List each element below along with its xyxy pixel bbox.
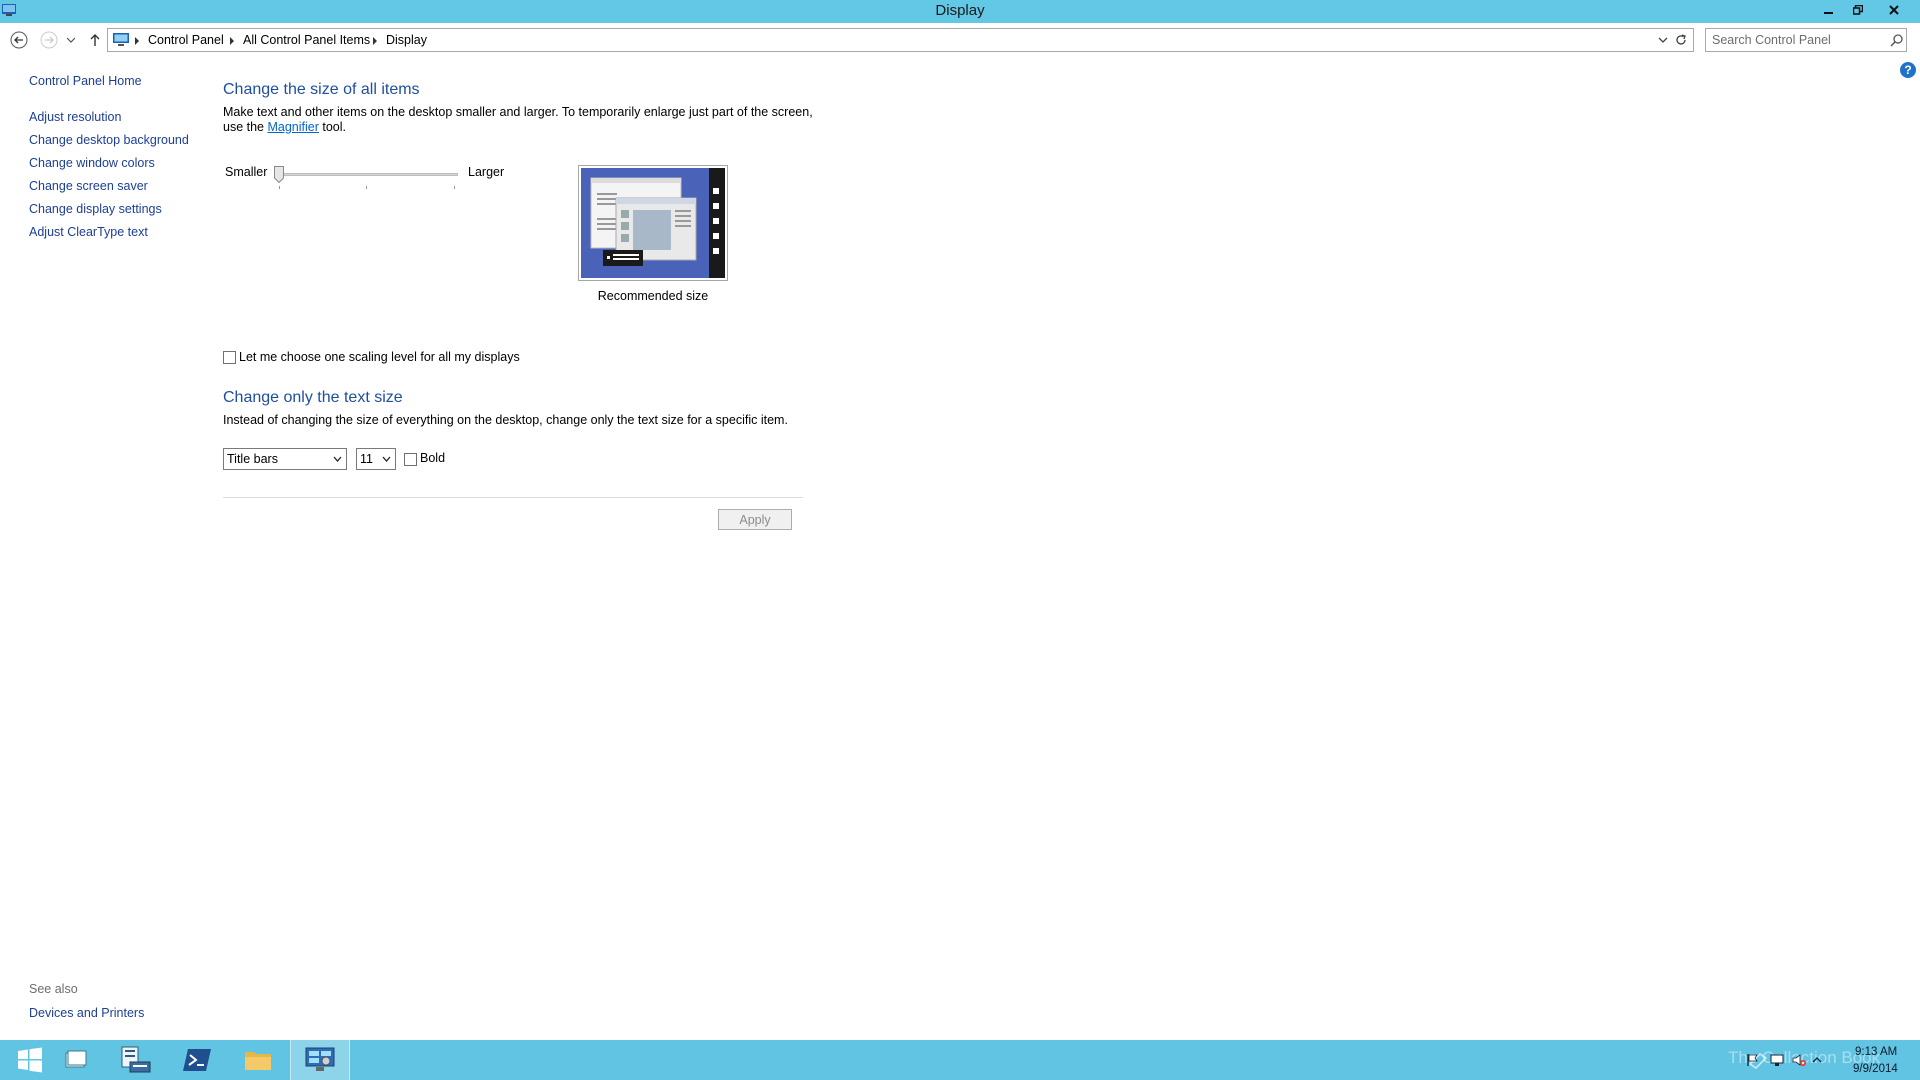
taskbar-file-explorer-button[interactable]: [228, 1040, 288, 1080]
text-section-heading: Change only the text size: [223, 389, 403, 406]
size-preview: [578, 165, 728, 281]
breadcrumb-display[interactable]: Display: [386, 33, 427, 47]
up-button[interactable]: [84, 29, 106, 51]
description-line-2-prefix: use the: [223, 120, 268, 134]
breadcrumb-separator: [373, 37, 377, 45]
chevron-down-icon: [333, 456, 342, 462]
back-button[interactable]: [8, 29, 30, 51]
folder-icon: [245, 1052, 271, 1070]
volume-muted-icon[interactable]: [1792, 1053, 1806, 1067]
window-title: Display: [935, 2, 985, 19]
adjust-cleartype-text-link[interactable]: Adjust ClearType text: [29, 225, 148, 239]
powershell-icon: [183, 1049, 211, 1071]
windows-pane-icon: [65, 1050, 87, 1068]
bold-checkbox[interactable]: [404, 453, 417, 466]
breadcrumb-separator: [230, 37, 234, 45]
taskbar-task-view-button[interactable]: [46, 1040, 106, 1080]
change-desktop-background-link[interactable]: Change desktop background: [29, 133, 189, 147]
text-item-value: Title bars: [227, 452, 278, 466]
close-button[interactable]: [1874, 0, 1914, 20]
bold-label[interactable]: Bold: [420, 451, 445, 465]
magnifier-link[interactable]: Magnifier: [267, 120, 318, 134]
taskbar-powershell-button[interactable]: [167, 1040, 227, 1080]
recommended-size-caption: Recommended size: [597, 289, 709, 303]
chevron-down-icon: [67, 37, 75, 43]
description-line-1: Make text and other items on the desktop…: [223, 105, 813, 119]
slider-tick: [279, 186, 280, 189]
slider-tick: [366, 186, 367, 189]
refresh-icon[interactable]: [1674, 33, 1688, 47]
help-icon[interactable]: ?: [1900, 62, 1916, 78]
change-window-colors-link[interactable]: Change window colors: [29, 156, 155, 170]
font-size-value: 11: [360, 452, 373, 466]
search-icon[interactable]: [1890, 33, 1904, 47]
adjust-resolution-link[interactable]: Adjust resolution: [29, 110, 121, 124]
taskbar-server-manager-button[interactable]: [106, 1040, 166, 1080]
action-center-flag-icon[interactable]: [1746, 1053, 1760, 1067]
chevron-down-icon[interactable]: [1656, 34, 1670, 46]
desktop-preview-image: [581, 168, 725, 278]
size-slider-thumb[interactable]: [274, 166, 284, 183]
close-icon: [1889, 5, 1899, 15]
left-pane: Control Panel Home Adjust resolution Cha…: [0, 57, 205, 1037]
text-item-select[interactable]: Title bars: [223, 448, 347, 470]
devices-and-printers-link[interactable]: Devices and Printers: [29, 1006, 144, 1020]
font-size-select[interactable]: 11: [356, 448, 396, 470]
server-manager-icon: [121, 1046, 151, 1073]
clock-time[interactable]: 9:13 AM: [1855, 1046, 1897, 1058]
clock-date[interactable]: 9/9/2014: [1853, 1063, 1898, 1075]
forward-button[interactable]: [38, 29, 60, 51]
control-panel-home-link[interactable]: Control Panel Home: [29, 74, 142, 88]
minimize-icon: [1824, 12, 1833, 14]
breadcrumb-separator: [135, 37, 139, 45]
taskbar-control-panel-button[interactable]: [290, 1040, 350, 1080]
scaling-level-checkbox[interactable]: [223, 351, 236, 364]
text-section-description: Instead of changing the size of everythi…: [223, 413, 788, 427]
description-line-2-suffix: tool.: [318, 120, 347, 134]
size-slider-track[interactable]: [275, 173, 458, 176]
slider-larger-label: Larger: [468, 165, 505, 179]
apply-button[interactable]: Apply: [718, 509, 792, 530]
size-section-heading: Change the size of all items: [223, 81, 420, 98]
show-hidden-icons-icon[interactable]: [1812, 1053, 1822, 1067]
breadcrumb-all-items[interactable]: All Control Panel Items: [243, 33, 370, 47]
taskbar: The Collection Book 9:13 AM 9/9/2014: [0, 1040, 1920, 1080]
size-section-description: Make text and other items on the desktop…: [223, 105, 813, 135]
search-box[interactable]: [1705, 28, 1907, 52]
slider-smaller-label: Smaller: [225, 165, 268, 179]
chevron-down-icon: [382, 456, 391, 462]
restore-icon: [1853, 5, 1863, 15]
slider-tick: [454, 186, 455, 189]
recent-locations-button[interactable]: [64, 29, 78, 51]
change-screen-saver-link[interactable]: Change screen saver: [29, 179, 148, 193]
windows-logo-icon: [18, 1047, 42, 1073]
up-arrow-icon: [90, 34, 100, 46]
change-display-settings-link[interactable]: Change display settings: [29, 202, 162, 216]
see-also-label: See also: [29, 982, 78, 996]
title-bar: Display: [0, 0, 1920, 23]
search-input[interactable]: [1712, 32, 1882, 48]
address-bar[interactable]: Control Panel All Control Panel Items Di…: [107, 28, 1694, 52]
scaling-level-label[interactable]: Let me choose one scaling level for all …: [239, 350, 520, 364]
divider: [223, 497, 803, 498]
navigation-bar: Control Panel All Control Panel Items Di…: [0, 23, 1920, 57]
forward-arrow-icon: [40, 31, 58, 49]
minimize-button[interactable]: [1816, 0, 1842, 20]
breadcrumb-control-panel[interactable]: Control Panel: [148, 33, 224, 47]
restore-button[interactable]: [1845, 0, 1871, 20]
computer-icon: [113, 33, 129, 46]
back-arrow-icon: [10, 31, 28, 49]
network-icon[interactable]: [1770, 1053, 1784, 1067]
control-panel-icon: [305, 1047, 335, 1071]
